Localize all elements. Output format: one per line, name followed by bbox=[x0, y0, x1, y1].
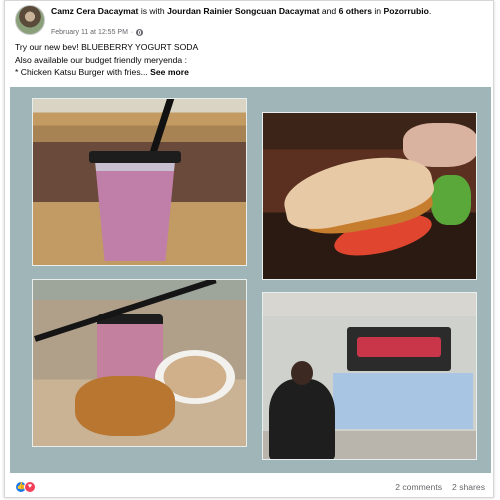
lettuce-shape bbox=[431, 175, 471, 225]
meta-separator: · bbox=[130, 29, 134, 36]
cup-shape bbox=[97, 314, 163, 384]
post-text: Try our new bev! BLUEBERRY YOGURT SODA A… bbox=[15, 41, 485, 79]
engagement-counts: 2 comments 2 shares bbox=[395, 482, 485, 492]
shares-count[interactable]: 2 shares bbox=[452, 482, 485, 492]
avatar[interactable] bbox=[15, 5, 45, 35]
burger-photo[interactable] bbox=[262, 112, 477, 280]
post-line-1: Try our new bev! BLUEBERRY YOGURT SODA bbox=[15, 42, 199, 52]
comments-count[interactable]: 2 comments bbox=[395, 482, 442, 492]
tagged-name[interactable]: Jourdan Rainier Songcuan Dacaymat bbox=[167, 6, 319, 16]
timestamp[interactable]: February 11 at 12:55 PM bbox=[51, 29, 128, 36]
post-line-3-wrap: * Chicken Katsu Burger with fries... See… bbox=[15, 66, 485, 79]
post-meta: February 11 at 12:55 PM · bbox=[51, 29, 144, 36]
lid-shape bbox=[89, 151, 181, 163]
chicken-shape bbox=[75, 376, 175, 436]
snack-sign-shape bbox=[347, 327, 451, 371]
post-card: Camz Cera Dacaymat is with Jourdan Raini… bbox=[4, 0, 494, 498]
cup-shape bbox=[95, 161, 175, 261]
love-icon: ♥ bbox=[24, 481, 36, 493]
post-header: Camz Cera Dacaymat is with Jourdan Raini… bbox=[15, 5, 485, 37]
snack-corner-photo[interactable] bbox=[262, 292, 477, 460]
post-line-2: Also available our budget friendly merye… bbox=[15, 54, 187, 65]
person-shape bbox=[269, 361, 335, 459]
post-footer: 👍 ♥ 2 comments 2 shares bbox=[15, 481, 485, 495]
connector-text: is with bbox=[140, 6, 165, 16]
location-period: . bbox=[428, 6, 432, 16]
in-text: in bbox=[374, 6, 382, 16]
wall-shape bbox=[333, 373, 473, 429]
post-attribution: Camz Cera Dacaymat is with Jourdan Raini… bbox=[51, 6, 481, 17]
drink-photo[interactable] bbox=[32, 98, 247, 266]
meal-photo[interactable] bbox=[32, 279, 247, 447]
and-text: and bbox=[321, 6, 337, 16]
location-link[interactable]: Pozorrubio bbox=[383, 6, 428, 16]
see-more-link[interactable]: See more bbox=[150, 67, 189, 77]
others-link[interactable]: 6 others bbox=[339, 6, 372, 16]
reactions[interactable]: 👍 ♥ bbox=[15, 481, 36, 493]
post-line-3: * Chicken Katsu Burger with fries... bbox=[15, 67, 148, 77]
author-name[interactable]: Camz Cera Dacaymat bbox=[51, 6, 138, 16]
photo-grid bbox=[10, 87, 491, 473]
globe-icon bbox=[136, 29, 144, 36]
